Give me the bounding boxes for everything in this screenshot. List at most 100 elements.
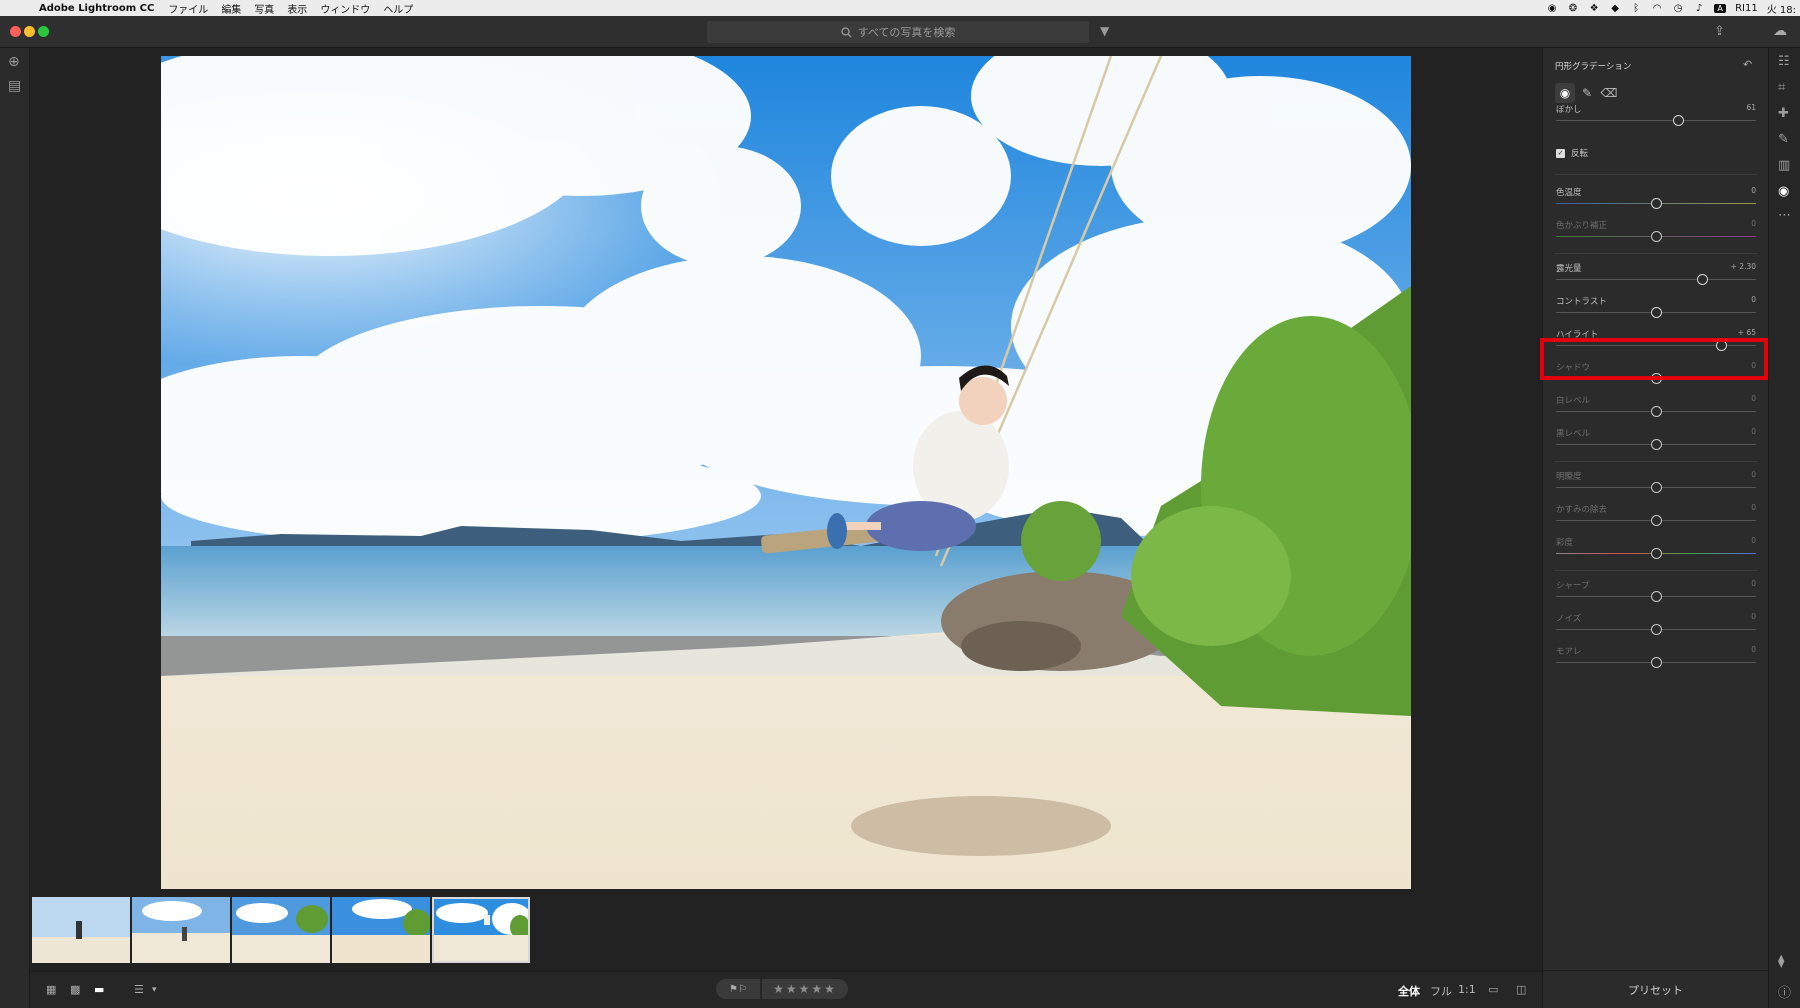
slider-value[interactable]: 61: [1746, 103, 1756, 112]
close-window-button[interactable]: [10, 26, 21, 37]
slider-knob[interactable]: [1651, 548, 1662, 559]
more-icon[interactable]: ⋯: [1778, 208, 1791, 223]
filmstrip-thumbnail[interactable]: [332, 897, 430, 963]
rating-stars[interactable]: ★★★★★: [773, 982, 837, 996]
new-mask-icon[interactable]: ◉: [1555, 83, 1575, 103]
slider-value[interactable]: 0: [1751, 612, 1756, 621]
invert-checkbox-row[interactable]: ✓ 反転: [1556, 147, 1588, 159]
sort-chevron-down-icon[interactable]: ▾: [152, 985, 157, 995]
share-icon[interactable]: ⇪: [1714, 24, 1725, 39]
dropbox-icon[interactable]: ❖: [1588, 3, 1600, 14]
slider-row[interactable]: かすみの除去 0: [1556, 503, 1756, 533]
compare-icon[interactable]: ◫: [1516, 983, 1526, 996]
filmstrip-thumbnail[interactable]: [232, 897, 330, 963]
slider-row[interactable]: 色かぶり補正 0: [1556, 219, 1756, 249]
view-fit[interactable]: 全体: [1398, 983, 1420, 999]
filmstrip-thumbnail-selected[interactable]: [432, 897, 530, 963]
slider-value[interactable]: 0: [1751, 394, 1756, 403]
sort-icon[interactable]: ☰: [134, 983, 144, 996]
slider-knob[interactable]: [1697, 274, 1708, 285]
slider-knob[interactable]: [1651, 515, 1662, 526]
linear-gradient-icon[interactable]: ▥: [1778, 158, 1790, 173]
slider-row[interactable]: 白レベル 0: [1556, 394, 1756, 424]
slider-value[interactable]: 0: [1751, 536, 1756, 545]
slider-knob[interactable]: [1673, 115, 1684, 126]
slider-knob[interactable]: [1651, 657, 1662, 668]
slider-value[interactable]: 0: [1751, 186, 1756, 195]
slider-knob[interactable]: [1651, 482, 1662, 493]
slider-feather[interactable]: ぼかし 61: [1556, 103, 1756, 133]
evernote-icon[interactable]: ◆: [1609, 3, 1621, 14]
reset-icon[interactable]: ↶: [1743, 58, 1752, 71]
slider-row[interactable]: モアレ 0: [1556, 645, 1756, 675]
slider-track[interactable]: [1556, 279, 1756, 280]
clock[interactable]: 火 18:: [1767, 1, 1796, 16]
add-photos-icon[interactable]: ⊕: [8, 54, 20, 70]
slider-value[interactable]: 0: [1751, 503, 1756, 512]
bluetooth-icon[interactable]: ᛒ: [1630, 3, 1642, 14]
slider-row[interactable]: 明瞭度 0: [1556, 470, 1756, 500]
flag-controls[interactable]: ⚑⚐: [716, 979, 760, 999]
volume-icon[interactable]: ♪: [1693, 3, 1705, 14]
slider-knob[interactable]: [1651, 307, 1662, 318]
view-fill[interactable]: フル: [1430, 983, 1452, 999]
slider-value[interactable]: 0: [1751, 579, 1756, 588]
cloud-sync-icon[interactable]: ☁: [1773, 23, 1787, 39]
slider-row[interactable]: ノイズ 0: [1556, 612, 1756, 642]
slider-row[interactable]: 黒レベル 0: [1556, 427, 1756, 457]
menu-help[interactable]: ヘルプ: [383, 1, 413, 16]
slider-value[interactable]: 0: [1751, 219, 1756, 228]
slider-track[interactable]: [1556, 120, 1756, 121]
filmstrip-toggle-icon[interactable]: ▭: [1488, 983, 1498, 996]
slider-knob[interactable]: [1651, 624, 1662, 635]
invert-checkbox[interactable]: ✓: [1556, 148, 1565, 158]
slider-row[interactable]: コントラスト 0: [1556, 295, 1756, 325]
slider-value[interactable]: 0: [1751, 470, 1756, 479]
slider-value[interactable]: + 2.30: [1731, 262, 1756, 271]
creative-cloud-icon[interactable]: ❂: [1567, 3, 1579, 14]
zoom-window-button[interactable]: [38, 26, 49, 37]
slider-knob[interactable]: [1651, 231, 1662, 242]
slider-row[interactable]: シャープ 0: [1556, 579, 1756, 609]
healing-brush-icon[interactable]: ✚: [1778, 106, 1789, 121]
flag-icon[interactable]: ⚑⚐: [729, 984, 747, 995]
slider-value[interactable]: 0: [1751, 295, 1756, 304]
slider-row[interactable]: 彩度 0: [1556, 536, 1756, 566]
filmstrip-thumbnail[interactable]: [32, 897, 130, 963]
slider-value[interactable]: 0: [1751, 645, 1756, 654]
slider-knob[interactable]: [1651, 439, 1662, 450]
tag-icon[interactable]: ⧫: [1778, 954, 1784, 969]
slider-knob[interactable]: [1651, 591, 1662, 602]
crop-icon[interactable]: ⌗: [1778, 80, 1785, 95]
detail-view-icon[interactable]: ▬: [94, 983, 104, 996]
menu-window[interactable]: ウィンドウ: [320, 1, 370, 16]
app-name-menu[interactable]: Adobe Lightroom CC: [39, 3, 154, 14]
brush-icon[interactable]: ✎: [1577, 83, 1597, 103]
slider-knob[interactable]: [1651, 406, 1662, 417]
brush-tool-icon[interactable]: ✎: [1778, 132, 1789, 147]
filter-icon[interactable]: ▼: [1100, 24, 1109, 38]
view-1to1[interactable]: 1:1: [1458, 983, 1476, 996]
slider-knob[interactable]: [1651, 198, 1662, 209]
library-icon[interactable]: ▤: [8, 78, 21, 94]
main-photo[interactable]: [161, 56, 1411, 889]
filmstrip-thumbnail[interactable]: [132, 897, 230, 963]
eraser-icon[interactable]: ⌫: [1599, 83, 1619, 103]
menu-photo[interactable]: 写真: [254, 1, 274, 16]
slider-row[interactable]: 色温度 0: [1556, 186, 1756, 216]
input-source-icon[interactable]: A: [1714, 3, 1727, 13]
search-input[interactable]: すべての写真を検索: [707, 21, 1089, 43]
minimize-window-button[interactable]: [24, 26, 35, 37]
info-icon[interactable]: ⓘ: [1778, 982, 1791, 1001]
edit-sliders-icon[interactable]: ☷: [1778, 54, 1790, 69]
menu-view[interactable]: 表示: [287, 1, 307, 16]
menu-edit[interactable]: 編集: [221, 1, 241, 16]
time-machine-icon[interactable]: ◷: [1672, 3, 1684, 14]
slider-value[interactable]: 0: [1751, 427, 1756, 436]
slider-row[interactable]: 露光量 + 2.30: [1556, 262, 1756, 292]
square-grid-view-icon[interactable]: ▩: [70, 983, 80, 996]
wifi-icon[interactable]: ◠: [1651, 3, 1663, 14]
menu-file[interactable]: ファイル: [168, 1, 208, 16]
slider-value[interactable]: + 65: [1738, 328, 1756, 337]
record-icon[interactable]: ◉: [1546, 3, 1558, 14]
